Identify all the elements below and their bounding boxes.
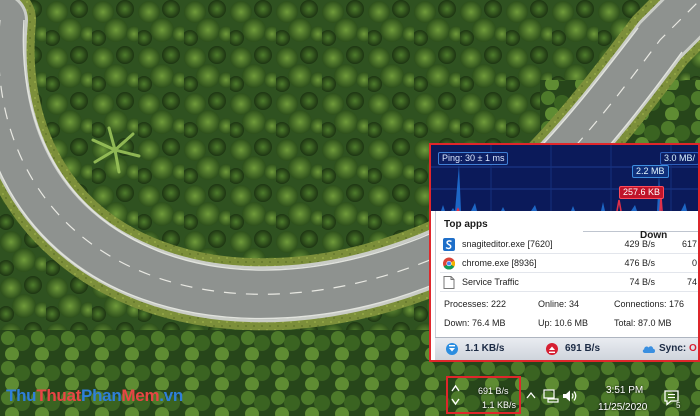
traffic-graph: Ping: 30 ± 1 ms 3.0 MB/ 2.2 MB 257.6 KB xyxy=(431,145,698,211)
upload-arrow-icon xyxy=(546,343,558,355)
download-arrow-icon xyxy=(446,343,458,355)
processes-count: Processes: 222 xyxy=(444,299,507,309)
sync-label: Sync: xyxy=(659,343,687,354)
app-down-rate: 429 B/s xyxy=(624,239,655,249)
upload-total: Up: 10.6 MB xyxy=(538,318,589,328)
upload-rate: 691 B/s xyxy=(565,343,601,354)
app-name: Service Traffic xyxy=(462,277,519,287)
tray-download-speed: 1.1 KB/s xyxy=(482,400,517,410)
download-total: Down: 76.4 MB xyxy=(444,318,506,328)
taskbar-clock-time[interactable]: 3:51 PM xyxy=(606,385,643,396)
watermark-part-4: Mem xyxy=(121,386,160,405)
watermark-part-2: Thuat xyxy=(36,386,82,405)
network-monitor-icon[interactable] xyxy=(543,389,559,403)
graph-scale-max: 3.0 MB/ xyxy=(660,152,698,165)
ping-readout: Ping: 30 ± 1 ms xyxy=(438,152,509,165)
net-speed-tray-widget[interactable]: 691 B/s 1.1 KB/s xyxy=(446,376,521,414)
speaker-volume-icon[interactable] xyxy=(562,389,578,403)
watermark-part-1: Thu xyxy=(6,386,37,405)
sync-state: O xyxy=(689,343,697,354)
app-up-rate: 0 B/ xyxy=(691,258,698,268)
online-count: Online: 34 xyxy=(538,299,580,309)
app-name: chrome.exe [8936] xyxy=(462,258,537,268)
app-down-rate: 476 B/s xyxy=(624,258,655,268)
app-up-rate: 617 B/ xyxy=(681,239,698,249)
sync-status[interactable]: Sync: O xyxy=(659,343,697,354)
app-up-rate: 74 B/ xyxy=(686,277,698,287)
notification-count-badge: 5 xyxy=(676,401,681,410)
app-row-chrome[interactable]: chrome.exe [8936] 476 B/s 0 B/ xyxy=(440,254,698,273)
chrome-icon xyxy=(443,257,455,270)
up-down-arrows-icon xyxy=(451,384,460,406)
document-icon xyxy=(443,276,455,289)
top-apps-title: Top apps xyxy=(444,219,488,230)
traffic-total: Total: 87.0 MB xyxy=(614,318,672,328)
graph-upload-value: 257.6 KB xyxy=(619,186,665,199)
snagit-icon xyxy=(443,238,455,251)
taskbar-clock-date[interactable]: 11/25/2020 xyxy=(598,402,647,413)
site-watermark: ThuThuatPhanMem.vn xyxy=(6,386,183,406)
app-name: snagiteditor.exe [7620] xyxy=(462,239,553,249)
download-rate: 1.1 KB/s xyxy=(465,343,505,354)
watermark-part-5: .vn xyxy=(159,386,183,405)
app-row-snagit[interactable]: snagiteditor.exe [7620] 429 B/s 617 B/ xyxy=(440,235,698,254)
tray-upload-speed: 691 B/s xyxy=(478,386,509,396)
top-apps-panel: Top apps Down snagiteditor.exe [7620] 42… xyxy=(435,211,698,337)
cloud-sync-icon xyxy=(642,346,656,353)
show-hidden-icons-chevron-icon[interactable] xyxy=(526,391,536,399)
watermark-part-3: Phan xyxy=(81,386,122,405)
graph-download-value: 2.2 MB xyxy=(632,165,669,178)
network-monitor-popup: Ping: 30 ± 1 ms 3.0 MB/ 2.2 MB 257.6 KB … xyxy=(429,143,700,362)
connections-count: Connections: 176 xyxy=(614,299,685,309)
popup-status-bar: 1.1 KB/s 691 B/s Sync: O xyxy=(435,337,698,360)
app-down-rate: 74 B/s xyxy=(629,277,655,287)
app-row-service-traffic[interactable]: Service Traffic 74 B/s 74 B/ xyxy=(440,273,698,292)
